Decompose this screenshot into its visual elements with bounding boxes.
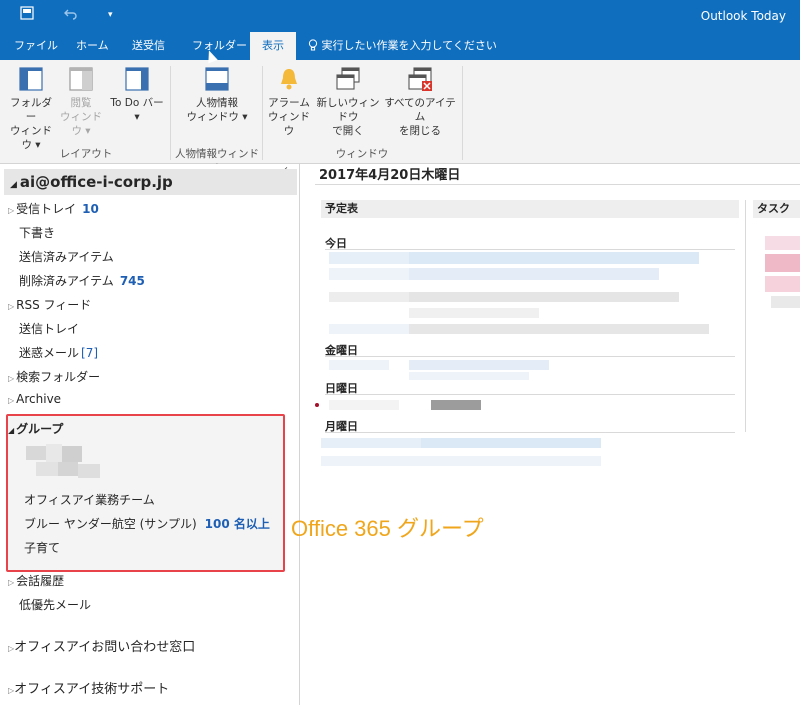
- open-new-window-button[interactable]: 新しいウィンドウ で開く: [312, 66, 384, 138]
- send-receive-all-icon[interactable]: [20, 6, 34, 24]
- redacted-block: [409, 292, 679, 302]
- redacted-block: [409, 324, 709, 334]
- redacted-block: [765, 276, 800, 292]
- ribbon: フォルダー ウィンドウ ▾ 閲覧 ウィンドウ ▾ To Do バー ▾ レイアウ…: [0, 60, 800, 175]
- folder-archive[interactable]: ▷ Archive: [8, 392, 61, 406]
- divider: [325, 356, 735, 357]
- folder-deleted-items[interactable]: 削除済みアイテム 745: [19, 272, 145, 289]
- redacted-block: [409, 308, 539, 318]
- new-window-icon: [336, 67, 360, 90]
- column-separator: [745, 200, 746, 432]
- reading-pane-icon: [69, 67, 93, 91]
- folder-clutter[interactable]: 低優先メール: [19, 596, 91, 613]
- bell-icon: [281, 69, 297, 90]
- folder-sent-items[interactable]: 送信済みアイテム: [19, 248, 114, 265]
- folder-drafts[interactable]: 下書き: [19, 224, 55, 241]
- close-all-windows-icon: [408, 67, 432, 91]
- redacted-block: [329, 400, 399, 410]
- folder-window-button[interactable]: フォルダー ウィンドウ ▾: [6, 66, 56, 152]
- people-window-button[interactable]: 人物情報 ウィンドウ ▾: [182, 66, 252, 124]
- redacted-block: [329, 292, 409, 302]
- collapsed-triangle-icon: ▷: [8, 374, 15, 383]
- redacted-block: [26, 446, 46, 460]
- tab-send-receive[interactable]: 送受信: [122, 32, 175, 60]
- ribbon-separator: [462, 66, 463, 160]
- todo-bar-icon: [125, 67, 149, 91]
- ribbon-separator: [170, 66, 171, 160]
- divider: [325, 394, 735, 395]
- ribbon-separator: [262, 66, 263, 160]
- undo-icon[interactable]: [64, 6, 78, 24]
- tab-home[interactable]: ホーム: [66, 32, 119, 60]
- redacted-block: [329, 268, 409, 280]
- collapsed-triangle-icon: ▷: [8, 578, 15, 587]
- reminder-marker-icon: [315, 403, 319, 407]
- redacted-block: [409, 252, 699, 264]
- redacted-block: [321, 456, 601, 466]
- group-item-team[interactable]: オフィスアイ業務チーム: [24, 491, 155, 508]
- redacted-block: [36, 462, 58, 476]
- redacted-block: [329, 252, 409, 264]
- people-pane-icon: [205, 67, 229, 91]
- collapsed-triangle-icon: ▷: [8, 302, 15, 311]
- folder-search-folders[interactable]: ▷ 検索フォルダー: [8, 368, 100, 385]
- group-label-window: ウィンドウ: [335, 148, 389, 160]
- folder-inbox[interactable]: ▷ 受信トレイ 10: [8, 200, 99, 217]
- redacted-block: [409, 268, 659, 280]
- redacted-block: [409, 360, 549, 370]
- task-header[interactable]: タスク: [753, 200, 800, 218]
- redacted-block: [431, 400, 481, 410]
- redacted-block: [421, 438, 601, 448]
- folder-junk[interactable]: 迷惑メール [7]: [19, 344, 98, 361]
- divider: [315, 184, 800, 185]
- redacted-block: [765, 236, 800, 250]
- alarm-window-button[interactable]: アラーム ウィンドウ: [266, 66, 312, 138]
- redacted-block: [321, 438, 421, 448]
- redacted-block: [62, 446, 82, 462]
- groups-header[interactable]: ◢ グループ: [8, 420, 63, 437]
- redacted-block: [78, 464, 100, 478]
- account-header[interactable]: ◢ ai@office-i-corp.jp: [4, 169, 297, 195]
- redacted-block: [329, 360, 389, 370]
- customize-quick-access-icon[interactable]: ▾: [108, 10, 113, 20]
- close-all-items-button[interactable]: すべてのアイテム を閉じる: [384, 66, 456, 138]
- group-item-airline[interactable]: ブルー ヤンダー航空 (サンプル) 100 名以上: [24, 515, 270, 532]
- collapsed-triangle-icon: ▷: [8, 206, 15, 215]
- redacted-block: [329, 324, 409, 334]
- divider: [325, 432, 735, 433]
- folder-conversation-history[interactable]: ▷ 会話履歴: [8, 572, 64, 589]
- tab-file[interactable]: ファイル: [4, 32, 68, 60]
- shared-mailbox-support[interactable]: ▷オフィスアイ技術サポート: [8, 678, 169, 697]
- folder-rss-feeds[interactable]: ▷ RSS フィード: [8, 296, 91, 313]
- expanded-triangle-icon: ◢: [8, 426, 15, 435]
- title-bar: ▾ Outlook Today: [0, 0, 800, 32]
- redacted-block: [765, 254, 800, 272]
- tell-me-box[interactable]: 実行したい作業を入力してください: [308, 32, 497, 60]
- shared-mailbox-inquiries[interactable]: ▷オフィスアイお問い合わせ窓口: [8, 636, 195, 655]
- expanded-triangle-icon: ◢: [10, 180, 17, 190]
- redacted-block: [409, 372, 529, 380]
- collapsed-triangle-icon: ▷: [8, 396, 15, 405]
- divider: [325, 249, 735, 250]
- ribbon-tabs: ファイル ホーム 送受信 フォルダー 表示 実行したい作業を入力してください: [0, 32, 800, 60]
- window-title: Outlook Today: [700, 9, 786, 23]
- todo-bar-button[interactable]: To Do バー ▾: [108, 66, 166, 124]
- group-item-parenting[interactable]: 子育て: [24, 539, 60, 556]
- lightbulb-icon: [308, 39, 322, 52]
- group-label-layout: レイアウト: [59, 148, 113, 160]
- redacted-block: [58, 462, 78, 476]
- folder-outbox[interactable]: 送信トレイ: [19, 320, 79, 337]
- reading-window-button[interactable]: 閲覧 ウィンドウ ▾: [56, 66, 106, 138]
- folder-pane-icon: [19, 67, 43, 91]
- tell-me-label: 実行したい作業を入力してください: [321, 39, 497, 52]
- tab-view[interactable]: 表示: [250, 32, 296, 60]
- tab-folder[interactable]: フォルダー: [182, 32, 257, 60]
- today-date: 2017年4月20日木曜日: [319, 168, 461, 183]
- redacted-block: [46, 444, 62, 462]
- annotation-office365-groups: Office 365 グループ: [291, 516, 484, 541]
- outlook-today-view: 2017年4月20日木曜日 予定表 タスク 今日 金曜日 日曜日 月曜日: [301, 164, 800, 705]
- folder-pane: ‹ ◢ai@office-i-corp.jp ▷受信トレイ10 下書き 送信済み…: [0, 164, 300, 705]
- calendar-header[interactable]: 予定表: [321, 200, 739, 218]
- redacted-block: [771, 296, 800, 308]
